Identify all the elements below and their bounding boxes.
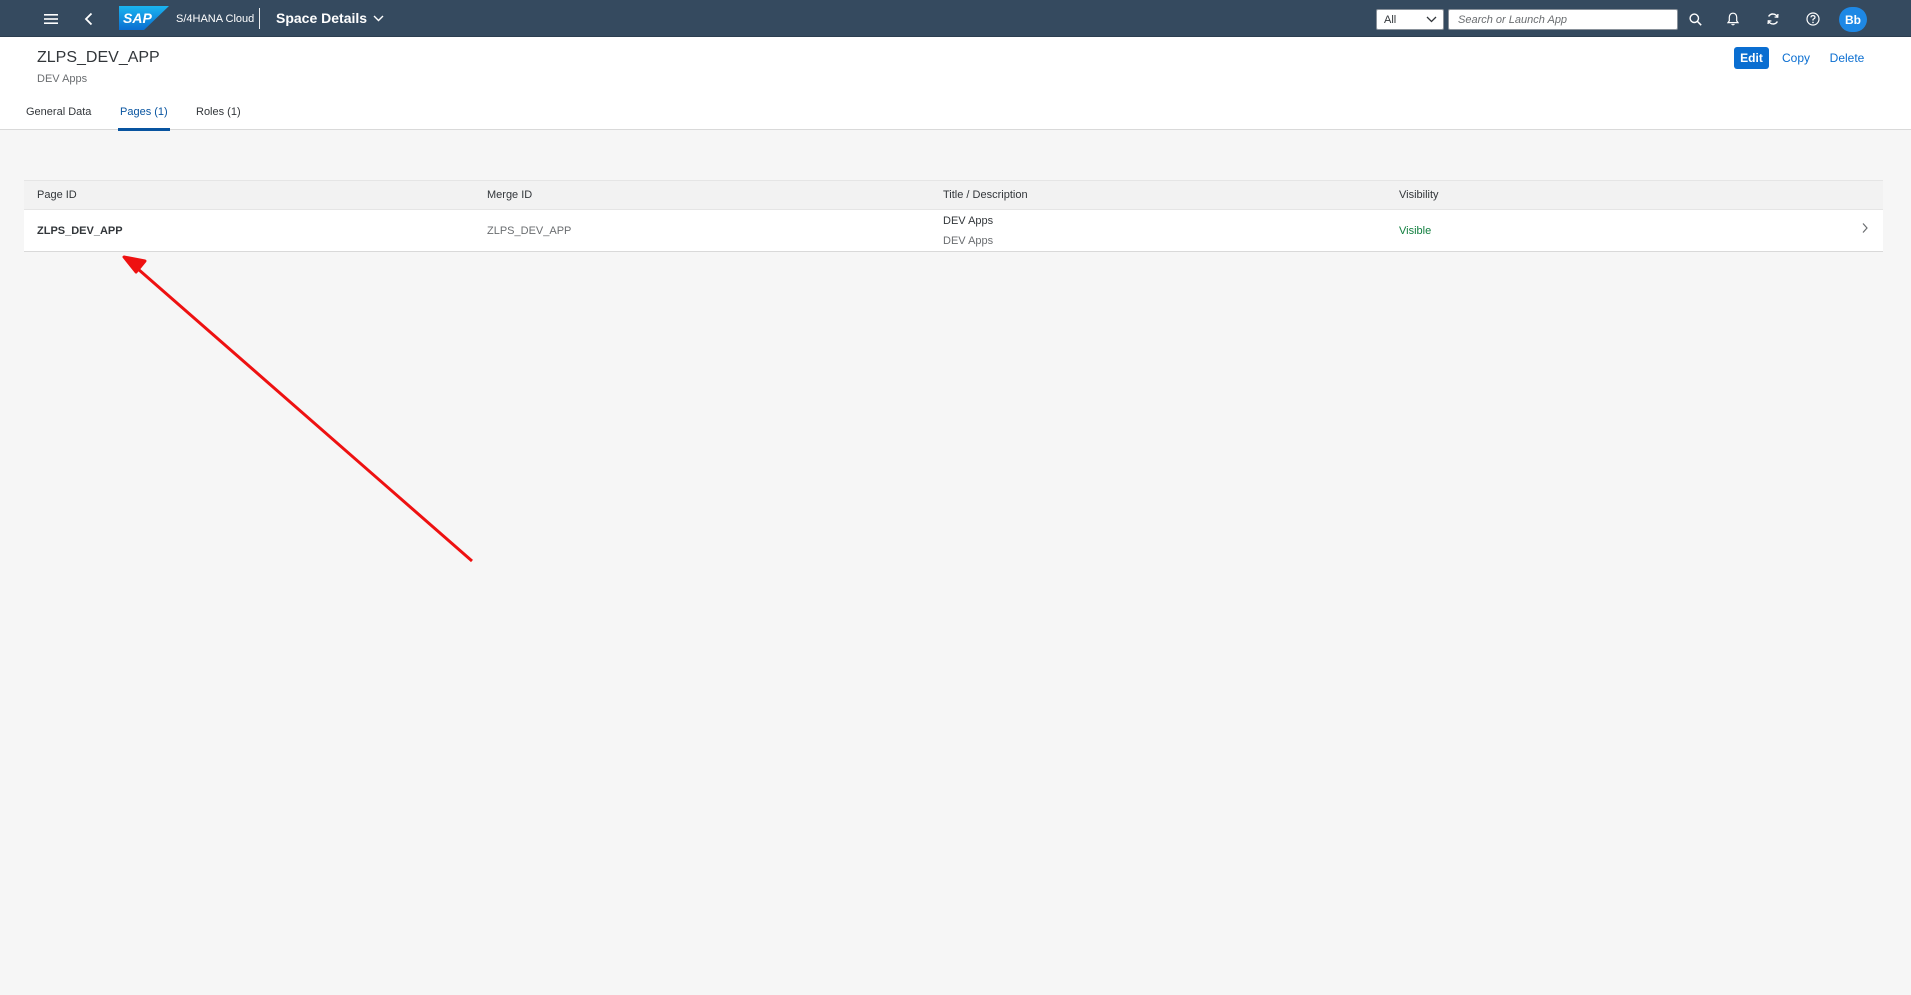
- table-header: Page ID Merge ID Title / Description Vis…: [24, 181, 1883, 210]
- column-header-page-id: Page ID: [37, 189, 77, 201]
- search-input[interactable]: [1458, 13, 1668, 26]
- edit-button[interactable]: Edit: [1734, 47, 1769, 69]
- back-icon[interactable]: [74, 4, 104, 34]
- delete-button[interactable]: Delete: [1826, 47, 1868, 69]
- sync-icon[interactable]: [1759, 5, 1787, 33]
- visibility-cell: Visible: [1399, 225, 1432, 237]
- search-scope-select[interactable]: All: [1376, 9, 1444, 30]
- column-header-visibility: Visibility: [1399, 189, 1439, 201]
- annotation-arrow: [122, 255, 473, 563]
- title-cell: DEV Apps: [943, 215, 994, 227]
- page-id-cell: ZLPS_DEV_APP: [37, 225, 123, 237]
- bell-icon[interactable]: [1719, 5, 1747, 33]
- app-title: Space Details: [276, 10, 368, 26]
- shell-separator: [259, 8, 260, 29]
- svg-text:SAP: SAP: [123, 10, 152, 26]
- page-subtitle: DEV Apps: [37, 73, 88, 85]
- pages-table: Page ID Merge ID Title / Description Vis…: [24, 180, 1883, 252]
- search-field[interactable]: [1448, 9, 1678, 30]
- object-header: ZLPS_DEV_APP DEV Apps Edit Copy Delete G…: [0, 37, 1911, 131]
- table-row[interactable]: ZLPS_DEV_APP ZLPS_DEV_APP DEV Apps DEV A…: [24, 210, 1883, 252]
- tab-pages[interactable]: Pages (1): [118, 106, 170, 131]
- chevron-down-icon: [1426, 16, 1437, 23]
- merge-id-cell: ZLPS_DEV_APP: [487, 225, 572, 237]
- app-title-menu[interactable]: Space Details: [276, 10, 384, 26]
- user-avatar[interactable]: Bb: [1839, 7, 1867, 32]
- product-name: S/4HANA Cloud: [176, 13, 255, 25]
- column-header-merge-id: Merge ID: [487, 189, 533, 201]
- copy-button[interactable]: Copy: [1779, 47, 1813, 69]
- page-title: ZLPS_DEV_APP: [37, 49, 160, 66]
- column-header-title-description: Title / Description: [943, 189, 1028, 201]
- sap-logo[interactable]: SAP: [119, 6, 169, 30]
- shell-bar: SAP S/4HANA Cloud Space Details All Bb: [0, 0, 1911, 37]
- chevron-right-icon[interactable]: [1861, 222, 1869, 237]
- description-cell: DEV Apps: [943, 235, 994, 247]
- tab-general-data[interactable]: General Data: [26, 106, 91, 130]
- help-icon[interactable]: [1799, 5, 1827, 33]
- menu-icon[interactable]: [36, 4, 66, 34]
- search-scope-value: All: [1384, 13, 1397, 26]
- chevron-down-icon: [373, 15, 384, 21]
- search-icon[interactable]: [1681, 5, 1709, 33]
- tab-roles[interactable]: Roles (1): [196, 106, 241, 130]
